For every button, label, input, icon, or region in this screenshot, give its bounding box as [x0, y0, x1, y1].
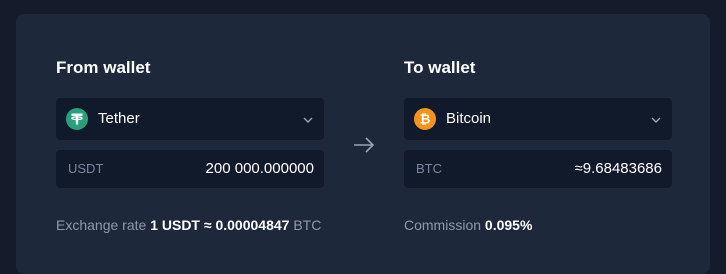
- to-coin-select[interactable]: ₿ Bitcoin: [404, 98, 672, 140]
- commission-label: Commission: [404, 217, 482, 233]
- exchange-rate-quote-unit: BTC: [293, 217, 322, 233]
- exchange-rate-approx: ≈: [203, 217, 212, 233]
- exchange-panel: From wallet Tether USDT 200 000.000000 E…: [16, 14, 710, 274]
- to-coin-name: Bitcoin: [446, 110, 492, 127]
- chevron-down-icon: [302, 113, 314, 125]
- commission: Commission 0.095%: [404, 217, 532, 233]
- arrow-right-icon: [352, 134, 376, 156]
- exchange-rate-quote-amount: 0.00004847: [215, 217, 290, 233]
- to-amount-value: ≈9.68483686: [574, 160, 662, 177]
- tether-icon: [66, 108, 88, 130]
- commission-value: 0.095%: [484, 217, 533, 233]
- exchange-rate: Exchange rate 1 USDT ≈ 0.00004847 BTC: [56, 217, 321, 233]
- from-amount-unit: USDT: [68, 161, 104, 176]
- to-amount-field: BTC ≈9.68483686: [404, 150, 672, 188]
- exchange-rate-label: Exchange rate: [56, 217, 147, 233]
- exchange-rate-base-unit: USDT: [161, 217, 200, 233]
- from-amount-field[interactable]: USDT 200 000.000000: [56, 150, 324, 188]
- exchange-rate-base-amount: 1: [150, 217, 158, 233]
- svg-text:₿: ₿: [420, 113, 431, 128]
- bitcoin-icon: ₿: [414, 108, 436, 130]
- from-coin-name: Tether: [98, 110, 140, 127]
- from-amount-value[interactable]: 200 000.000000: [206, 160, 314, 177]
- to-wallet-heading: To wallet: [404, 58, 476, 77]
- from-coin-select[interactable]: Tether: [56, 98, 324, 140]
- chevron-down-icon: [650, 113, 662, 125]
- to-amount-unit: BTC: [416, 161, 442, 176]
- from-wallet-heading: From wallet: [56, 58, 151, 77]
